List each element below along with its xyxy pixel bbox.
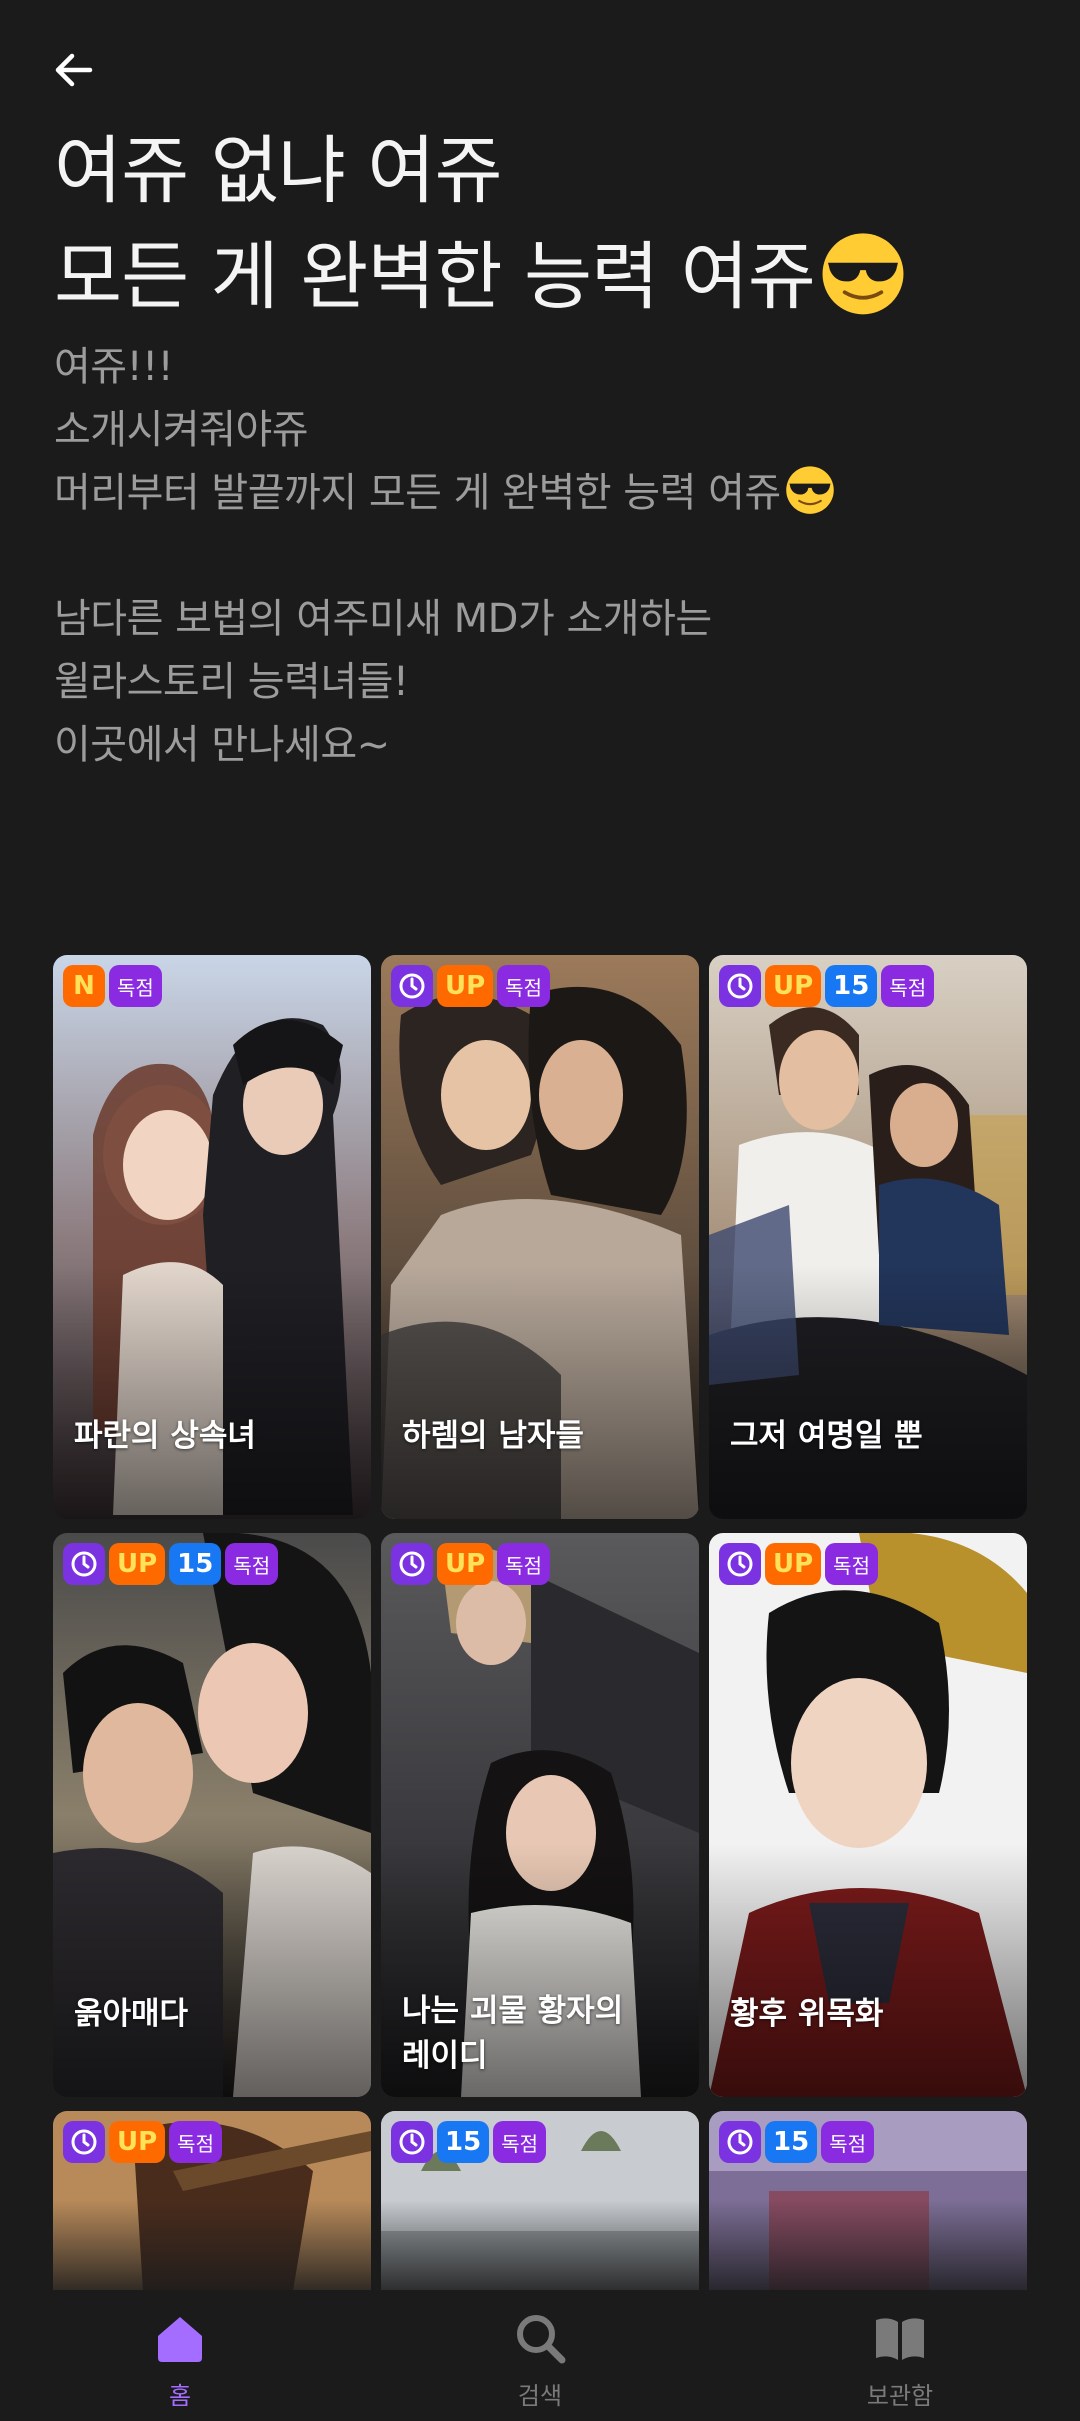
book-title: 나는 괴물 황자의 레이디 [402, 1989, 682, 2079]
clock-icon [71, 1551, 97, 1577]
tab-home[interactable]: 홈 [0, 2290, 360, 2421]
tab-search[interactable]: 검색 [360, 2290, 720, 2421]
clock-badge [63, 2121, 105, 2163]
badge-row: UP 15 독점 [63, 1543, 279, 1585]
page: 여쥬 없냐 여쥬 모든 게 완벽한 능력 여쥬 여쥬!!! 소개시켜줘야쥬 머리… [0, 0, 1080, 2421]
badge-row: UP 독점 [391, 965, 550, 1007]
up-badge: UP [765, 1543, 822, 1585]
badge-row: N 독점 [63, 965, 162, 1007]
description-line-5: 남다른 보법의 여주미새 MD가 소개하는 [54, 596, 712, 642]
tab-library-label: 보관함 [866, 2382, 934, 2410]
up-badge: UP [109, 1543, 166, 1585]
clock-icon [727, 973, 753, 999]
bottom-fade [0, 2200, 1080, 2300]
cover-shade [709, 1265, 1027, 1519]
page-title-line-2-wrap: 모든 게 완벽한 능력 여쥬 [54, 224, 1034, 330]
description-line-3-wrap: 머리부터 발끝까지 모든 게 완벽한 능력 여쥬 [54, 462, 1034, 525]
tab-search-label: 검색 [517, 2382, 563, 2410]
badge-row: 15 독점 [391, 2121, 546, 2163]
sunglasses-emoji-icon [822, 233, 904, 315]
exclusive-badge: 독점 [497, 965, 550, 1007]
description-line-2: 소개시켜줘야쥬 [54, 407, 309, 453]
clock-icon [727, 2129, 753, 2155]
sunglasses-emoji-icon [785, 466, 834, 514]
clock-badge [719, 965, 761, 1007]
clock-icon [399, 1551, 425, 1577]
age-15-badge: 15 [825, 965, 878, 1007]
exclusive-badge: 독점 [493, 2121, 546, 2163]
badge-row: UP 독점 [391, 1543, 550, 1585]
tab-home-label: 홈 [168, 2382, 192, 2410]
clock-icon [727, 1551, 753, 1577]
book-title: 그저 여명일 뿐 [730, 1418, 923, 1454]
up-badge: UP [765, 965, 822, 1007]
up-badge: UP [109, 2121, 166, 2163]
book-card[interactable]: UP 독점 하렘의 남자들 [381, 955, 699, 1519]
book-card[interactable]: UP 독점 황후 위목화 [709, 1533, 1027, 2097]
search-icon [512, 2310, 568, 2366]
badge-row: UP 독점 [63, 2121, 222, 2163]
book-card[interactable]: UP 15 독점 그저 여명일 뿐 [709, 955, 1027, 1519]
badge-row: 15 독점 [719, 2121, 874, 2163]
exclusive-badge: 독점 [497, 1543, 550, 1585]
age-15-badge: 15 [765, 2121, 818, 2163]
page-title-line-1: 여쥬 없냐 여쥬 [54, 128, 503, 214]
book-title: 옭아매다 [74, 1996, 189, 2032]
description-line-7: 이곳에서 만나세요~ [54, 722, 390, 768]
exclusive-badge: 독점 [109, 965, 162, 1007]
clock-badge [391, 1543, 433, 1585]
age-15-badge: 15 [169, 1543, 222, 1585]
book-card[interactable]: N 독점 파란의 상속녀 [53, 955, 371, 1519]
book-card[interactable]: UP 독점 나는 괴물 황자의 레이디 [381, 1533, 699, 2097]
book-title: 파란의 상속녀 [74, 1418, 256, 1454]
badge-row: UP 독점 [719, 1543, 878, 1585]
tab-library[interactable]: 보관함 [720, 2290, 1080, 2421]
cover-shade [381, 1265, 699, 1519]
description-line-6: 윌라스토리 능력녀들! [54, 659, 409, 705]
new-badge: N [63, 965, 105, 1007]
clock-badge [719, 2121, 761, 2163]
book-title: 하렘의 남자들 [402, 1418, 584, 1454]
page-title: 여쥬 없냐 여쥬 모든 게 완벽한 능력 여쥬 [54, 118, 1034, 330]
exclusive-badge: 독점 [825, 1543, 878, 1585]
book-grid: N 독점 파란의 상속녀 UP 독점 하렘의 남자들 UP 15 독점 그저 여… [53, 955, 1027, 2331]
clock-badge [719, 1543, 761, 1585]
clock-icon [71, 2129, 97, 2155]
up-badge: UP [437, 1543, 494, 1585]
clock-badge [391, 965, 433, 1007]
clock-icon [399, 2129, 425, 2155]
clock-badge [391, 2121, 433, 2163]
book-title-line-1: 나는 괴물 황자의 [402, 1993, 624, 2029]
book-title-line-2: 레이디 [402, 2038, 488, 2074]
description-line-1: 여쥬!!! [54, 344, 174, 390]
exclusive-badge: 독점 [821, 2121, 874, 2163]
home-icon [152, 2310, 208, 2366]
exclusive-badge: 독점 [225, 1543, 279, 1585]
arrow-left-icon [55, 53, 93, 87]
back-button[interactable] [44, 40, 104, 100]
cover-shade [53, 1843, 371, 2097]
cover-shade [53, 1265, 371, 1519]
clock-badge [63, 1543, 105, 1585]
bottom-tab-bar: 홈 검색 보관함 [0, 2290, 1080, 2421]
description-line-4 [54, 525, 1034, 588]
exclusive-badge: 독점 [881, 965, 935, 1007]
book-icon [872, 2310, 928, 2366]
age-15-badge: 15 [437, 2121, 490, 2163]
description-line-3: 머리부터 발끝까지 모든 게 완벽한 능력 여쥬 [54, 470, 781, 516]
book-card[interactable]: UP 15 독점 옭아매다 [53, 1533, 371, 2097]
page-title-line-2: 모든 게 완벽한 능력 여쥬 [54, 234, 816, 320]
clock-icon [399, 973, 425, 999]
description: 여쥬!!! 소개시켜줘야쥬 머리부터 발끝까지 모든 게 완벽한 능력 여쥬 남… [54, 336, 1034, 777]
badge-row: UP 15 독점 [719, 965, 935, 1007]
up-badge: UP [437, 965, 494, 1007]
exclusive-badge: 독점 [169, 2121, 222, 2163]
cover-shade [709, 1843, 1027, 2097]
book-title: 황후 위목화 [730, 1996, 884, 2032]
